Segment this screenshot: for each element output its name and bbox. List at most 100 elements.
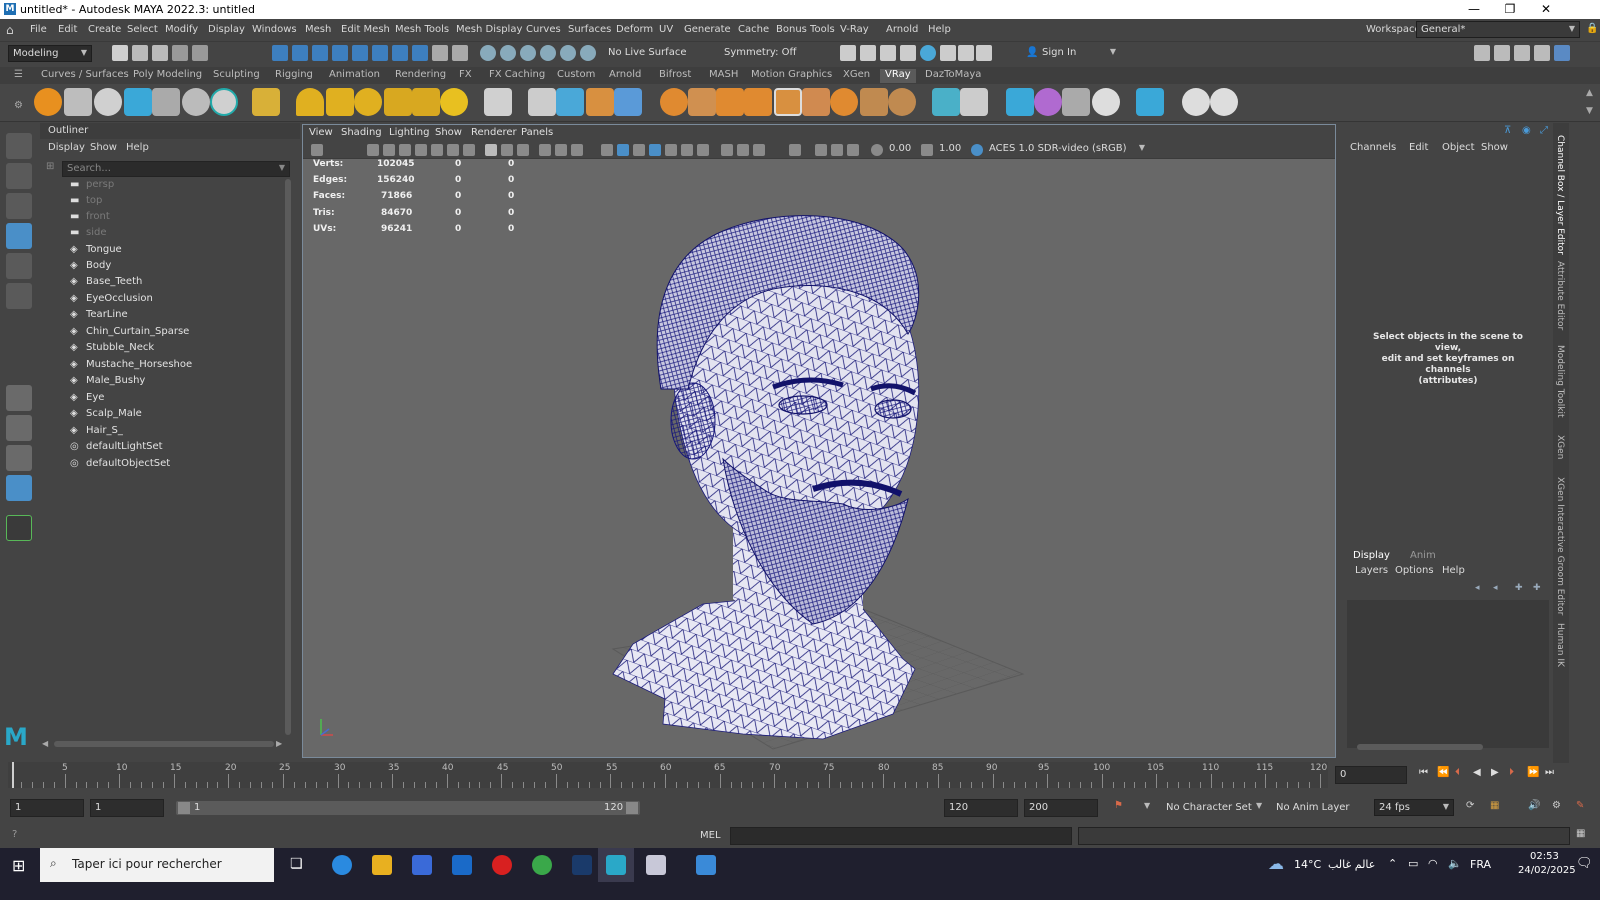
clock-date[interactable]: 24/02/2025	[1518, 865, 1576, 876]
channel-menu-channels[interactable]: Channels	[1350, 142, 1396, 153]
tab-rendering[interactable]: Rendering	[390, 69, 451, 83]
anti-aliasing-icon[interactable]	[737, 144, 749, 156]
vray-ball-icon[interactable]	[210, 88, 238, 116]
outliner-layout-icon[interactable]	[6, 475, 32, 501]
head-mesh[interactable]	[612, 215, 920, 740]
viewport-menu-panels[interactable]: Panels	[521, 127, 553, 138]
sound-icon[interactable]: 🔊	[1528, 800, 1540, 811]
menu-deform[interactable]: Deform	[616, 24, 653, 35]
single-view-icon[interactable]	[6, 385, 32, 411]
resolution-gate-icon[interactable]	[501, 144, 513, 156]
chevron-down-icon[interactable]: ▼	[279, 163, 285, 172]
snap-surface-icon[interactable]	[560, 45, 576, 61]
tool-toggle-icon[interactable]: ⤢	[1540, 125, 1548, 136]
tab-bifrost[interactable]: Bifrost	[654, 69, 696, 83]
animation-preferences-icon[interactable]: ⚙	[1552, 800, 1561, 811]
list-item[interactable]: ▬ persp	[70, 179, 114, 195]
go-to-end-icon[interactable]: ⏭	[1545, 767, 1554, 778]
rotate-tool-icon[interactable]	[6, 253, 32, 279]
open-scene-icon[interactable]	[132, 45, 148, 61]
list-item[interactable]: ◈ EyeOcclusion	[70, 293, 153, 309]
view-transform-selector[interactable]: ACES 1.0 SDR-video (sRGB) ▼	[985, 141, 1149, 158]
list-item[interactable]: ◈ Stubble_Neck	[70, 342, 154, 358]
photos-icon[interactable]	[696, 855, 716, 875]
tab-sculpting[interactable]: Sculpting	[208, 69, 265, 83]
xray-icon[interactable]	[815, 144, 827, 156]
menu-mesh-display[interactable]: Mesh Display	[456, 24, 522, 35]
viewport-menu-renderer[interactable]: Renderer	[471, 127, 517, 138]
chevron-down-icon[interactable]: ▼	[1256, 801, 1262, 810]
current-frame-field[interactable]: 0	[1335, 766, 1407, 784]
tab-animation[interactable]: Animation	[324, 69, 385, 83]
mask-misc-icon[interactable]	[412, 45, 428, 61]
layers-menu-options[interactable]: Options	[1395, 565, 1434, 576]
viewport-menu-show[interactable]: Show	[435, 127, 462, 138]
attribute-toggle-icon[interactable]: ◉	[1522, 125, 1531, 136]
persp-outliner-icon[interactable]	[6, 445, 32, 471]
vray-gear-icon[interactable]	[888, 88, 916, 116]
list-item[interactable]: ◈ Base_Teeth	[70, 276, 142, 292]
close-button[interactable]: ✕	[1528, 0, 1564, 19]
script-editor-toggle-icon[interactable]: ✎	[1576, 800, 1584, 811]
list-item[interactable]: ◈ TearLine	[70, 309, 128, 325]
mesh-light-icon[interactable]	[384, 88, 412, 116]
scene-canvas[interactable]	[303, 159, 1335, 757]
menu-create[interactable]: Create	[88, 24, 121, 35]
weather-description[interactable]: عالم غالب	[1328, 858, 1375, 871]
list-item[interactable]: ▬ front	[70, 211, 110, 227]
tab-xgen[interactable]: XGen	[838, 69, 875, 83]
task-view-icon[interactable]: ❏	[290, 856, 303, 872]
tab-motion-graphics[interactable]: Motion Graphics	[746, 69, 837, 83]
vray-displacement-icon[interactable]	[774, 88, 802, 116]
modeling-toolkit-icon[interactable]	[1474, 45, 1490, 61]
current-time-marker[interactable]	[12, 762, 14, 788]
wireframe-icon[interactable]	[601, 144, 613, 156]
menu-vray[interactable]: V-Ray	[840, 24, 869, 35]
menu-display[interactable]: Display	[208, 24, 245, 35]
render-frame-icon[interactable]	[840, 45, 856, 61]
menu-arnold[interactable]: Arnold	[886, 24, 918, 35]
vray-mesh-export-icon[interactable]	[556, 88, 584, 116]
select-hierarchy-icon[interactable]	[272, 45, 288, 61]
maya-taskbar-icon[interactable]	[606, 855, 626, 875]
go-to-start-icon[interactable]: ⏮	[1419, 767, 1428, 778]
menu-edit[interactable]: Edit	[58, 24, 77, 35]
mask-vertex-icon[interactable]	[332, 45, 348, 61]
undo-icon[interactable]	[172, 45, 188, 61]
play-backward-icon[interactable]: ◀	[1473, 767, 1481, 778]
tab-rigging[interactable]: Rigging	[270, 69, 318, 83]
list-item[interactable]: ▬ side	[70, 227, 107, 243]
outliner-vertical-scrollbar[interactable]	[285, 179, 291, 735]
time-slider[interactable]: 5 10 15 20 25 30 35 40 45 50 55 60 65 70…	[8, 762, 1328, 788]
use-all-lights-icon[interactable]	[665, 144, 677, 156]
side-tab-xgen-groom[interactable]: XGen Interactive Groom Editor	[1555, 477, 1565, 615]
shelf-scroll-up-icon[interactable]: ▲	[1586, 88, 1593, 98]
film-gate-icon[interactable]	[463, 144, 475, 156]
minimize-button[interactable]: —	[1456, 0, 1492, 19]
layers-menu-help[interactable]: Help	[1442, 565, 1465, 576]
vray-sphere-icon[interactable]	[182, 88, 210, 116]
redo-icon[interactable]	[192, 45, 208, 61]
step-forward-key-icon[interactable]: ⏩	[1527, 767, 1539, 778]
ies-light-icon[interactable]	[412, 88, 440, 116]
channel-box-toggle-icon[interactable]: ⊼	[1504, 125, 1511, 136]
grid-toggle-icon[interactable]	[447, 144, 459, 156]
vray-triangle-icon[interactable]	[932, 88, 960, 116]
play-forward-icon[interactable]: ▶	[1491, 767, 1499, 778]
wireframe-on-shaded-icon[interactable]	[633, 144, 645, 156]
vray-render-icon[interactable]	[958, 45, 974, 61]
clock-time[interactable]: 02:53	[1530, 851, 1559, 862]
paint-select-tool-icon[interactable]	[6, 193, 32, 219]
outliner-horizontal-scrollbar[interactable]	[54, 741, 274, 747]
outliner-menu-show[interactable]: Show	[90, 142, 117, 153]
motion-blur-icon[interactable]	[721, 144, 733, 156]
vray-env-fog-icon[interactable]	[1034, 88, 1062, 116]
symmetry-field[interactable]: Symmetry: Off	[720, 45, 806, 62]
channel-box-icon[interactable]	[1554, 45, 1570, 61]
menu-bonus-tools[interactable]: Bonus Tools	[776, 24, 835, 35]
list-item[interactable]: ◎ defaultLightSet	[70, 441, 163, 457]
render-view-icon[interactable]	[940, 45, 956, 61]
channel-menu-show[interactable]: Show	[1481, 142, 1508, 153]
vray-subdivision-icon[interactable]	[802, 88, 830, 116]
sun-light-icon[interactable]	[440, 88, 468, 116]
